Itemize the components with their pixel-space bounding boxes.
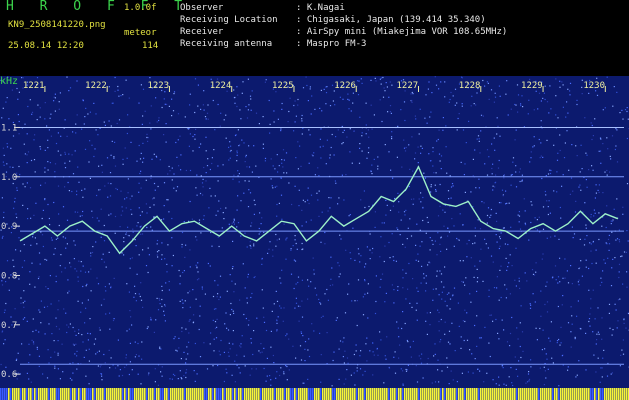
app-version: 1.0.0f — [124, 3, 157, 13]
x-tick-label: 1223 — [147, 81, 169, 91]
y-tick-label: 0.7 — [1, 321, 17, 331]
y-tick-label: 0.9 — [1, 222, 17, 232]
detection-mode: meteor — [124, 28, 157, 38]
spectrogram-plot: 1.1 1.0 0.9 0.8 0.7 0.6 1221 1222 1223 1224 1225 1… — [0, 76, 629, 400]
antenna-label: Receiving antenna — [180, 39, 273, 49]
detection-count: 114 — [142, 41, 159, 51]
antenna-value: : Maspro FM-3 — [296, 39, 367, 49]
y-tick-label: 1.0 — [1, 173, 17, 183]
observer-value: : K.Nagai — [296, 3, 345, 13]
x-tick-label: 1226 — [334, 81, 356, 91]
capture-datetime: 25.08.14 12:20 — [8, 41, 84, 51]
receiver-label: Receiver — [180, 27, 224, 37]
y-tick-label: 1.1 — [1, 123, 17, 133]
x-tick-label: 1221 — [23, 81, 45, 91]
receiver-value: : AirSpy mini (Miakejima VOR 108.65MHz) — [296, 27, 508, 37]
location-value: : Chigasaki, Japan (139.414 35.340) — [296, 15, 486, 25]
file-name: KN9_2508141220.png — [8, 20, 106, 30]
y-tick-label: 0.8 — [1, 271, 17, 281]
x-tick-label: 1224 — [210, 81, 232, 91]
x-tick-label: 1225 — [272, 81, 294, 91]
observer-label: Observer — [180, 3, 224, 13]
location-label: Receiving Location — [180, 15, 278, 25]
bottom-signal-bar — [0, 388, 629, 400]
y-axis-unit: kHz — [0, 76, 19, 87]
y-tick-label: 0.6 — [1, 370, 17, 380]
spectrogram-background — [0, 76, 629, 400]
x-tick-label: 1228 — [459, 81, 481, 91]
x-tick-label: 1222 — [85, 81, 107, 91]
x-tick-label: 1230 — [583, 81, 605, 91]
x-tick-label: 1227 — [397, 81, 419, 91]
app-brand: H R O F F T — [6, 0, 192, 14]
x-tick-label: 1229 — [521, 81, 543, 91]
